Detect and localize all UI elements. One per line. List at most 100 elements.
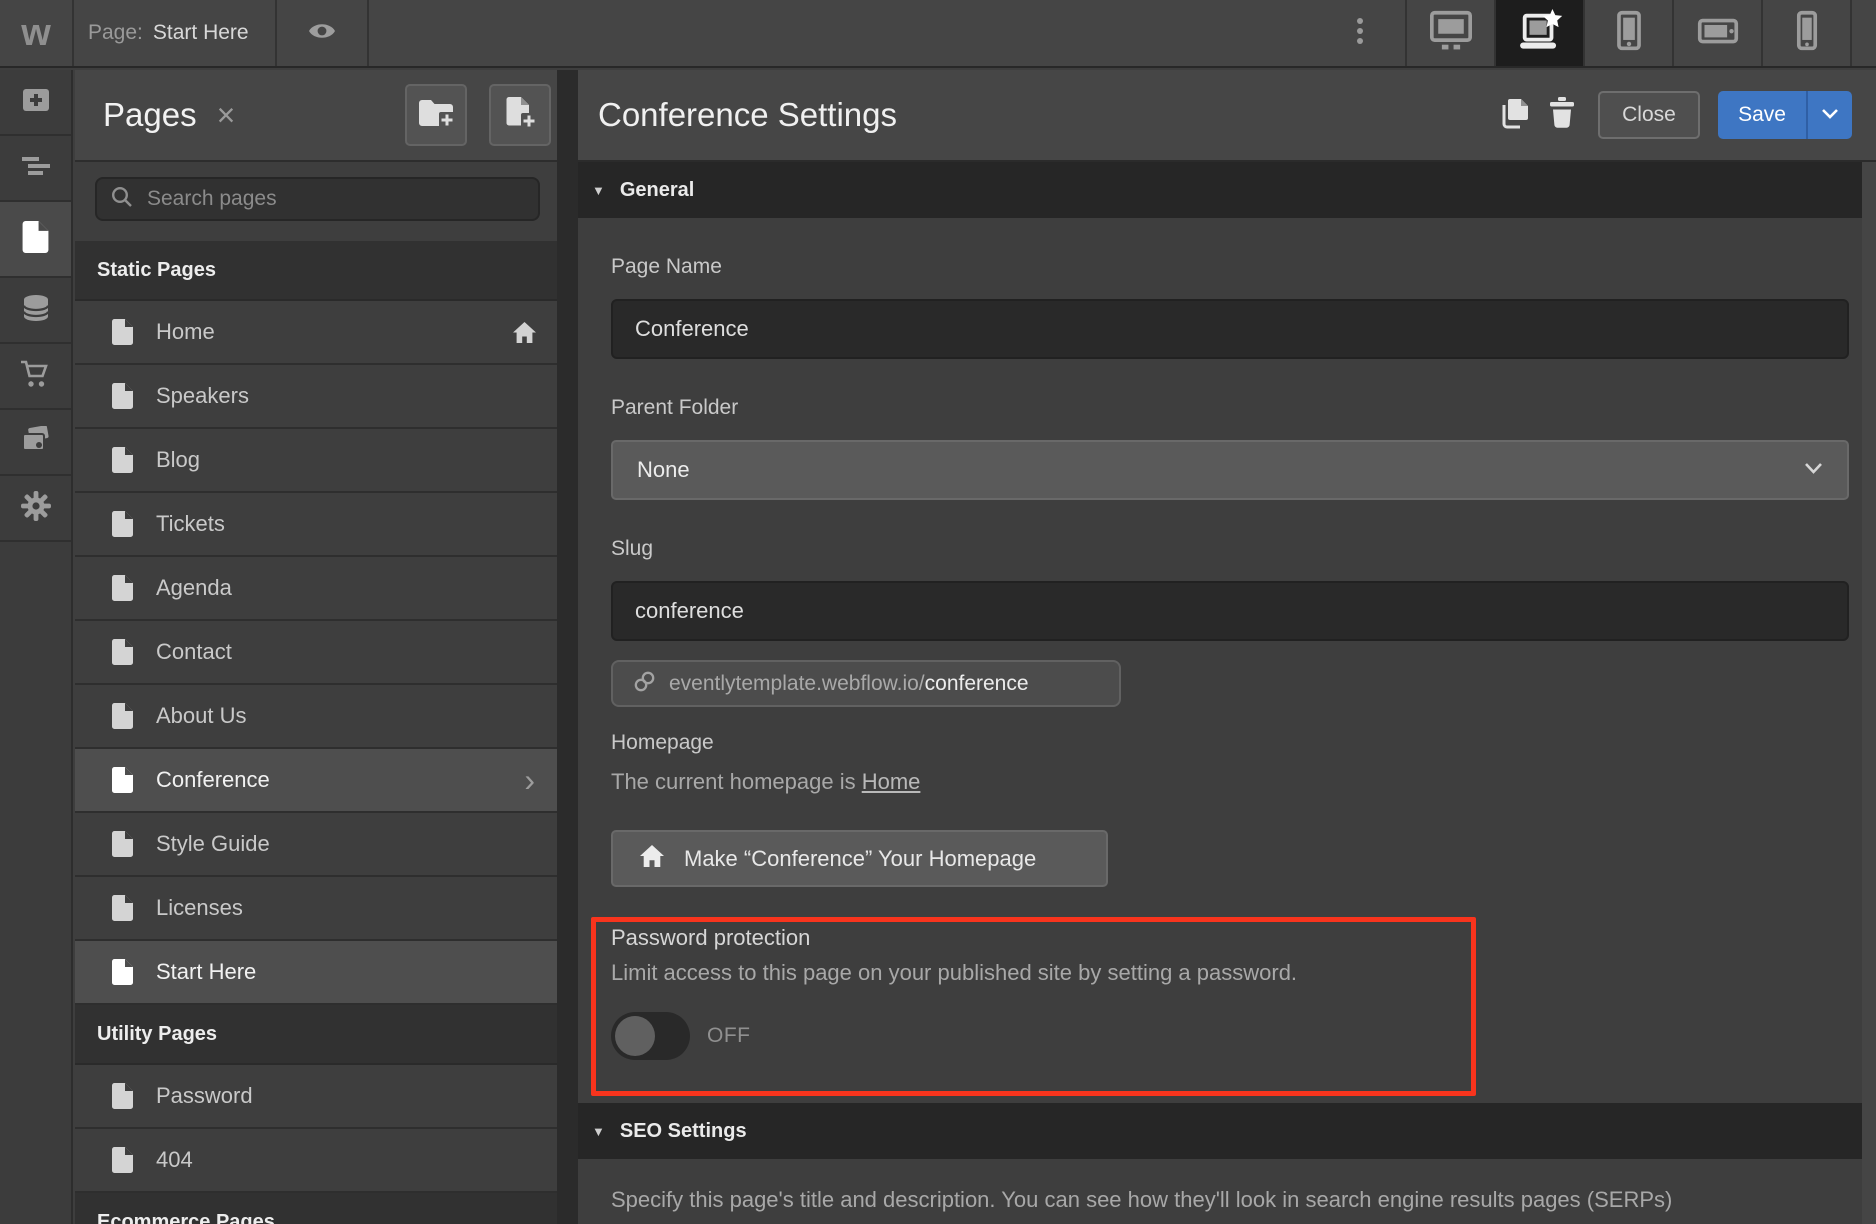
delete-page-button[interactable]	[1548, 97, 1576, 133]
toolbar-settings-button[interactable]	[0, 476, 71, 542]
navigator-icon	[21, 156, 51, 181]
top-bar: w Page: Start Here	[0, 0, 1876, 68]
device-phone-button[interactable]	[1761, 0, 1850, 66]
save-button-group: Save	[1718, 91, 1852, 139]
homepage-link[interactable]: Home	[862, 769, 921, 794]
url-prefix: eventlytemplate.webflow.io/	[669, 671, 925, 695]
pages-panel-header: Pages ×	[75, 70, 557, 162]
password-protection-title: Password protection	[611, 925, 811, 950]
settings-title: Conference Settings	[598, 96, 898, 133]
assets-icon	[21, 425, 51, 458]
device-tablet-landscape-button[interactable]	[1672, 0, 1761, 66]
current-homepage-line: The current homepage is Home	[611, 769, 1876, 797]
page-item-label: Speakers	[156, 383, 249, 408]
toggle-state-label: OFF	[707, 1024, 751, 1047]
general-section-body: Page Name Parent Folder None Slug eventl…	[578, 255, 1876, 1060]
tablet-landscape-icon	[1696, 10, 1740, 57]
pages-panel-close-icon[interactable]: ×	[217, 99, 236, 131]
page-settings-panel: Conference Settings Close Save ▼ General…	[578, 70, 1876, 1224]
page-item-agenda[interactable]: Agenda	[75, 557, 557, 621]
page-item-label: Blog	[156, 447, 201, 472]
toolbar-pages-button[interactable]	[0, 202, 71, 278]
left-toolbar	[0, 70, 73, 1224]
section-seo-header[interactable]: ▼ SEO Settings	[578, 1103, 1862, 1159]
make-homepage-button[interactable]: Make “Conference” Your Homepage	[611, 830, 1108, 887]
homepage-label: Homepage	[611, 731, 714, 754]
slug-input[interactable]	[611, 581, 1849, 641]
kebab-menu-icon	[1356, 17, 1364, 50]
duplicate-icon	[1500, 97, 1530, 134]
cms-collections-icon	[21, 294, 51, 327]
parent-folder-select[interactable]: None	[611, 440, 1849, 500]
page-file-icon	[112, 767, 133, 793]
page-file-icon	[112, 895, 133, 921]
page-url-preview[interactable]: eventlytemplate.webflow.io/conference	[611, 660, 1121, 707]
save-options-button[interactable]	[1806, 91, 1852, 139]
page-item-conference[interactable]: Conference ›	[75, 749, 557, 813]
page-item-404[interactable]: 404	[75, 1129, 557, 1193]
search-input[interactable]	[145, 186, 524, 212]
settings-icon	[20, 490, 51, 526]
page-name-label: Page Name	[611, 255, 722, 278]
toolbar-cms-collections-button[interactable]	[0, 278, 71, 344]
search-icon	[111, 186, 133, 213]
page-file-icon	[112, 319, 133, 345]
page-file-icon	[112, 959, 133, 985]
overflow-menu-button[interactable]	[1315, 0, 1405, 66]
page-item-speakers[interactable]: Speakers	[75, 365, 557, 429]
add-folder-button[interactable]	[405, 84, 467, 146]
section-general-header[interactable]: ▼ General	[578, 162, 1862, 218]
home-indicator-icon	[512, 321, 537, 344]
parent-folder-label: Parent Folder	[611, 396, 739, 419]
pages-panel: Pages × Static Pages Home Speakers Blog Tick…	[75, 70, 557, 1224]
toolbar-ecommerce-button[interactable]	[0, 344, 71, 410]
toolbar-navigator-button[interactable]	[0, 136, 71, 202]
page-item-contact[interactable]: Contact	[75, 621, 557, 685]
page-file-icon	[112, 1083, 133, 1109]
page-item-blog[interactable]: Blog	[75, 429, 557, 493]
page-item-label: Licenses	[156, 895, 243, 920]
close-button[interactable]: Close	[1598, 91, 1700, 139]
page-item-label: 404	[156, 1147, 193, 1172]
save-button[interactable]: Save	[1718, 91, 1806, 139]
page-file-icon	[112, 447, 133, 473]
page-item-about-us[interactable]: About Us	[75, 685, 557, 749]
pages-list: Static Pages Home Speakers Blog Tickets Agend…	[75, 241, 557, 1224]
page-item-label: Conference	[156, 767, 270, 792]
device-tablet-button[interactable]	[1583, 0, 1672, 66]
password-toggle[interactable]	[611, 1012, 690, 1060]
current-homepage-text: The current homepage is	[611, 769, 862, 794]
laptop-star-icon	[1515, 8, 1565, 58]
page-item-label: Contact	[156, 639, 232, 664]
page-item-tickets[interactable]: Tickets	[75, 493, 557, 557]
page-file-icon	[112, 575, 133, 601]
toolbar-assets-button[interactable]	[0, 410, 71, 476]
toolbar-add-elements-button[interactable]	[0, 70, 71, 136]
preview-toggle-button[interactable]	[277, 0, 369, 66]
page-item-password[interactable]: Password	[75, 1065, 557, 1129]
topbar-end	[1850, 0, 1876, 66]
pages-section-header: Utility Pages	[75, 1005, 557, 1065]
breakpoint-bar	[1405, 0, 1850, 66]
pages-search-box[interactable]	[95, 177, 540, 221]
chevron-right-icon: ›	[524, 762, 535, 798]
page-name-input[interactable]	[611, 299, 1849, 359]
scrollbar-track[interactable]	[1862, 162, 1876, 1224]
page-item-licenses[interactable]: Licenses	[75, 877, 557, 941]
webflow-logo[interactable]: w	[0, 0, 74, 66]
page-item-start-here[interactable]: Start Here	[75, 941, 557, 1005]
device-laptop-star-button[interactable]	[1494, 0, 1583, 66]
page-item-label: Tickets	[156, 511, 225, 536]
section-seo-label: SEO Settings	[619, 1119, 747, 1142]
pages-icon	[22, 220, 49, 258]
page-file-icon	[112, 511, 133, 537]
add-page-button[interactable]	[489, 84, 551, 146]
page-item-label: Home	[156, 319, 215, 344]
current-page-indicator[interactable]: Page: Start Here	[74, 0, 277, 66]
link-icon	[633, 670, 656, 698]
page-item-style-guide[interactable]: Style Guide	[75, 813, 557, 877]
duplicate-page-button[interactable]	[1500, 97, 1530, 134]
page-item-home[interactable]: Home	[75, 301, 557, 365]
device-desktop-button[interactable]	[1405, 0, 1494, 66]
collapse-triangle-icon: ▼	[592, 182, 605, 198]
